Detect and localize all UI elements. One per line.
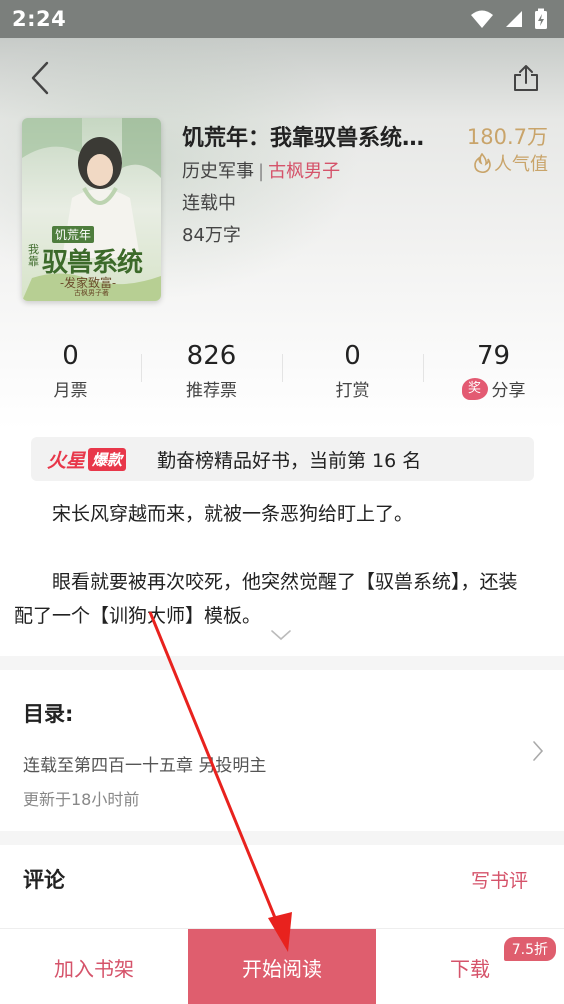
download-label: 下载 [450,956,490,981]
stat-monthly-ticket[interactable]: 0 月票 [0,340,141,401]
popularity-value: 180.7万 [466,125,548,149]
rank-banner[interactable]: 火星 爆款 勤奋榜精品好书，当前第 16 名 [31,437,534,481]
cover-author: 古枫男子著 [74,289,109,297]
stat-label: 分享 [491,381,526,401]
stat-value: 79 [476,341,511,371]
synopsis[interactable]: 宋长风穿越而来，就被一条恶狗给盯上了。 眼看就要被再次咬死，他突然觉醒了【驭兽系… [14,497,534,633]
book-tag[interactable]: 古枫男子 [268,161,340,182]
synopsis-paragraph: 宋长风穿越而来，就被一条恶狗给盯上了。 [52,503,414,525]
stat-share[interactable]: 79 奖 分享 [423,340,564,401]
book-category[interactable]: 历史军事 [182,161,254,182]
stat-tip[interactable]: 0 打赏 [282,340,423,401]
synopsis-paragraph: 眼看就要被再次咬死，他突然觉醒了【驭兽系统】，还装配了一个【训狗大师】模板。 [14,571,518,627]
book-title: 饥荒年：我靠驭兽系统… [182,126,425,151]
book-cover[interactable]: 饥荒年 我靠 驭兽系统 -发家致富- 古枫男子著 [22,118,161,301]
expand-button[interactable] [270,626,292,645]
stat-recommend-ticket[interactable]: 826 推荐票 [141,340,282,401]
stat-value: 826 [186,341,237,371]
download-button[interactable]: 下载 7.5折 [376,929,564,1004]
toc-updated: 更新于18小时前 [23,790,140,809]
popularity-label: 人气值 [494,154,548,175]
stat-value: 0 [62,341,79,371]
book-category-line: 历史军事 | 古枫男子 [182,157,340,183]
signal-icon [506,11,522,27]
popularity-label-row: 人气值 [473,150,548,176]
chevron-right-icon [533,741,544,761]
start-reading-button[interactable]: 开始阅读 [188,929,376,1004]
status-time: 2:24 [12,7,67,31]
toc-latest-chapter[interactable]: 连载至第四百一十五章 另投明主 [23,751,266,776]
cover-small-title: 饥荒年 [52,226,95,243]
share-button[interactable] [506,56,546,100]
status-icons [470,8,548,30]
stat-label: 打赏 [335,381,370,401]
rank-text: 勤奋榜精品好书，当前第 16 名 [157,449,422,472]
book-word-count: 84万字 [182,225,241,246]
stat-label: 月票 [53,381,88,401]
book-status: 连载中 [182,193,236,214]
battery-icon [535,8,547,29]
stat-label: 推荐票 [186,381,237,401]
hot-logo: 火星 爆款 [47,445,131,473]
chevron-down-icon [271,630,291,641]
bottom-bar: 加入书架 开始阅读 下载 7.5折 [0,928,564,1004]
category-separator: | [258,161,265,182]
stats-row: 0 月票 826 推荐票 0 打赏 79 奖 分享 [0,340,564,404]
section-gap [0,656,564,670]
comments-title: 评论 [23,868,65,892]
wifi-icon [471,10,493,28]
chevron-left-icon [31,61,49,95]
status-bar: 2:24 [0,0,564,38]
back-button[interactable] [20,56,60,100]
add-to-shelf-button[interactable]: 加入书架 [0,929,188,1004]
write-review-button[interactable]: 写书评 [471,866,528,893]
award-badge: 奖 [461,377,488,400]
flame-icon [474,153,491,173]
cover-small-prefix: 我靠 [28,243,39,268]
discount-badge: 7.5折 [503,937,556,961]
stat-value: 0 [344,341,361,371]
top-nav [0,56,564,100]
section-gap [0,831,564,845]
toc-title: 目录: [23,702,74,726]
hot-logo-a: 火星 [47,449,86,472]
toc-open-button[interactable] [532,740,544,766]
hot-logo-b: 爆款 [88,447,127,471]
share-icon [514,65,538,91]
